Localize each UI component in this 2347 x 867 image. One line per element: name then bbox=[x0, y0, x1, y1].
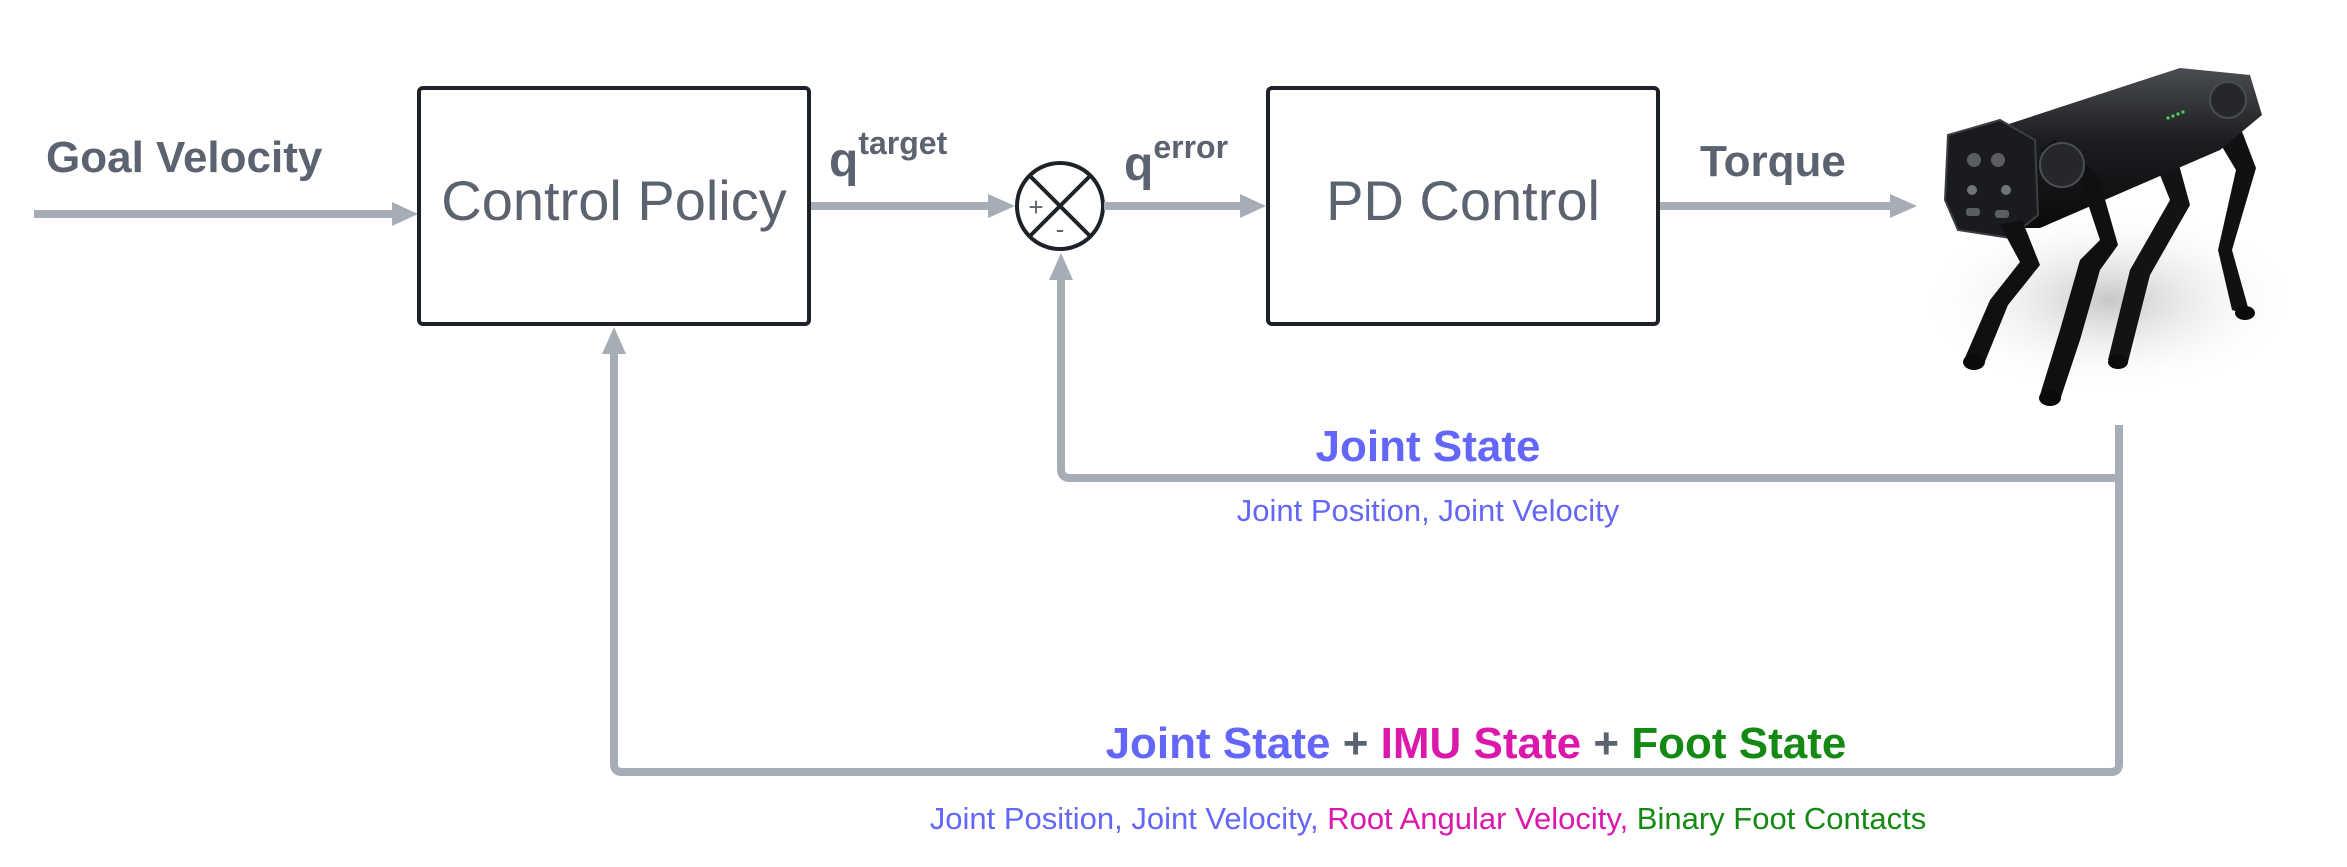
robot-dog-image bbox=[1920, 68, 2300, 406]
control-diagram: Goal Velocity Control Policy qtarget + -… bbox=[34, 68, 2300, 836]
foot-detail: Binary Foot Contacts bbox=[1637, 801, 1926, 836]
imu-state-term: IMU State bbox=[1381, 719, 1581, 768]
torque-arrow bbox=[1660, 194, 1917, 218]
outer-feedback-detail: Joint Position, Joint Velocity, Root Ang… bbox=[930, 801, 1927, 836]
control-policy-block[interactable]: Control Policy bbox=[417, 86, 811, 326]
goal-velocity-label: Goal Velocity bbox=[46, 133, 323, 182]
control-policy-label: Control Policy bbox=[441, 169, 786, 232]
imu-detail: Root Angular Velocity, bbox=[1327, 801, 1637, 836]
foot-state-term: Foot State bbox=[1631, 719, 1846, 768]
joint-detail: Joint Position, Joint Velocity, bbox=[930, 801, 1327, 836]
summing-junction[interactable]: + - bbox=[1015, 161, 1105, 251]
robot-head bbox=[1943, 118, 2040, 240]
plus-sign: + bbox=[1028, 192, 1043, 222]
joint-state-term: Joint State bbox=[1106, 719, 1331, 768]
inner-feedback-title: Joint State bbox=[1316, 422, 1541, 471]
pd-control-block[interactable]: PD Control bbox=[1266, 86, 1660, 326]
q-target-arrow bbox=[811, 194, 1015, 218]
outer-feedback-title: Joint State + IMU State + Foot State bbox=[1106, 719, 1847, 768]
minus-sign: - bbox=[1056, 214, 1065, 244]
pd-control-label: PD Control bbox=[1326, 169, 1600, 232]
plus-operator: + bbox=[1581, 719, 1631, 768]
plus-operator: + bbox=[1331, 719, 1381, 768]
q-error-label: qerror bbox=[1124, 129, 1228, 191]
torque-label: Torque bbox=[1700, 137, 1846, 186]
inner-feedback-detail: Joint Position, Joint Velocity bbox=[1237, 493, 1620, 528]
goal-velocity-arrow bbox=[34, 202, 418, 226]
q-error-arrow bbox=[1104, 194, 1266, 218]
q-target-label: qtarget bbox=[829, 125, 948, 187]
outer-feedback-path bbox=[602, 327, 2123, 776]
